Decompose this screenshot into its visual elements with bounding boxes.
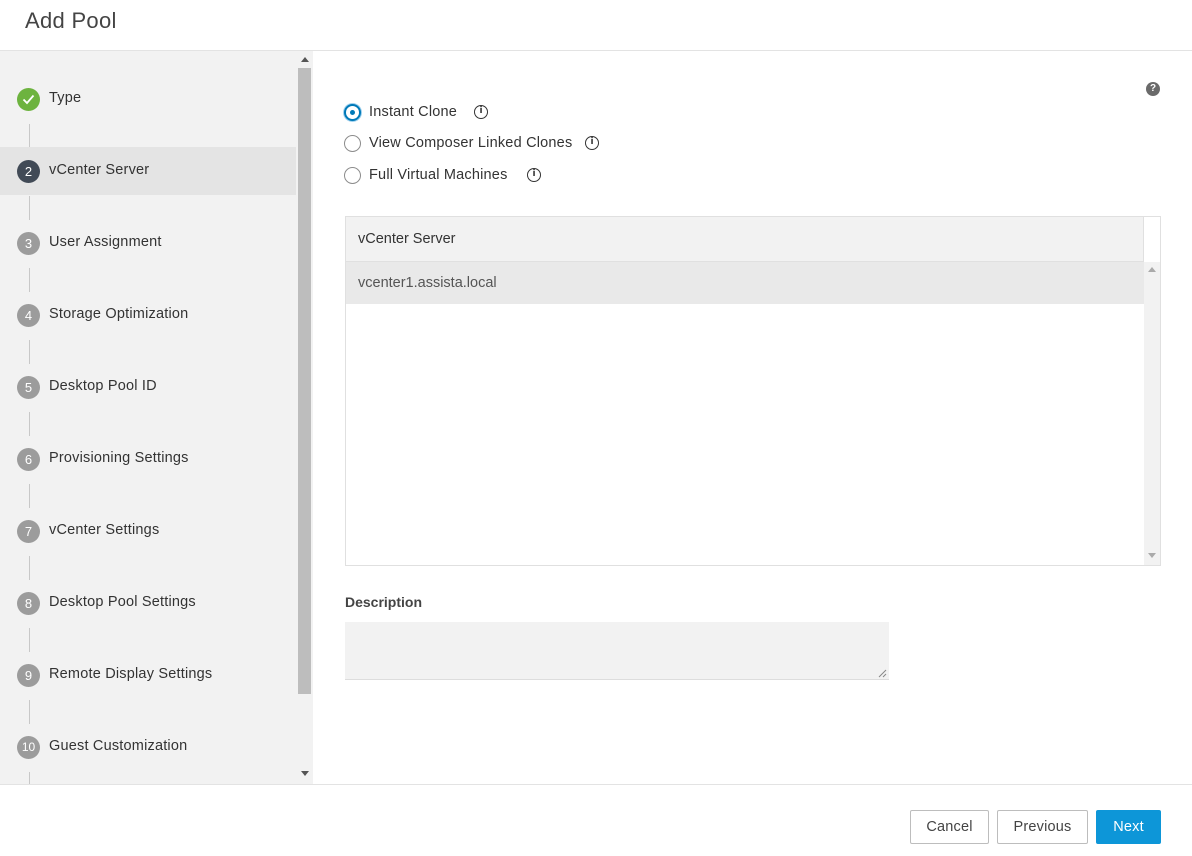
radio-label: Full Virtual Machines xyxy=(369,167,508,183)
step-connector xyxy=(29,556,30,580)
step-connector xyxy=(29,628,30,652)
step-number: 6 xyxy=(17,448,40,471)
step-connector xyxy=(29,196,30,220)
scroll-down-icon[interactable] xyxy=(1148,553,1156,558)
description-label: Description xyxy=(345,594,423,610)
step-number: 9 xyxy=(17,664,40,687)
step-desktop-pool-settings[interactable]: 8 Desktop Pool Settings xyxy=(0,579,296,627)
step-label: Desktop Pool Settings xyxy=(49,594,196,610)
step-connector xyxy=(29,268,30,292)
step-provisioning-settings[interactable]: 6 Provisioning Settings xyxy=(0,435,296,483)
step-label: Provisioning Settings xyxy=(49,450,189,466)
radio-instant-clone[interactable]: Instant Clone i xyxy=(344,102,504,124)
step-label: Type xyxy=(49,90,82,106)
sidebar-scrollbar[interactable] xyxy=(296,51,313,784)
radio-label: Instant Clone xyxy=(369,104,458,120)
step-connector xyxy=(29,340,30,364)
step-label: vCenter Settings xyxy=(49,522,160,538)
dialog-header: Add Pool xyxy=(0,0,1192,51)
step-remote-display-settings[interactable]: 9 Remote Display Settings xyxy=(0,651,296,699)
radio-button[interactable] xyxy=(344,135,361,152)
info-icon[interactable]: i xyxy=(527,168,541,182)
step-number: 3 xyxy=(17,232,40,255)
step-number: 5 xyxy=(17,376,40,399)
help-icon[interactable]: ? xyxy=(1146,82,1160,96)
step-label: Remote Display Settings xyxy=(49,666,213,682)
scroll-up-icon[interactable] xyxy=(1148,267,1156,272)
previous-button[interactable]: Previous xyxy=(997,810,1088,844)
step-number: 8 xyxy=(17,592,40,615)
step-user-assignment[interactable]: 3 User Assignment xyxy=(0,219,296,267)
step-number: 2 xyxy=(17,160,40,183)
step-label: Storage Optimization xyxy=(49,306,189,322)
radio-button[interactable] xyxy=(344,167,361,184)
column-header-label: vCenter Server xyxy=(358,231,456,247)
resize-grip-icon[interactable] xyxy=(878,669,887,678)
next-button[interactable]: Next xyxy=(1096,810,1161,844)
check-icon xyxy=(17,88,40,111)
step-guest-customization[interactable]: 10 Guest Customization xyxy=(0,723,296,771)
radio-view-composer-linked-clones[interactable]: View Composer Linked Clones i xyxy=(344,133,614,155)
grid-column-header[interactable]: vCenter Server xyxy=(346,217,1144,262)
wizard-steps-sidebar: Type 2 vCenter Server 3 User Assignment … xyxy=(0,51,313,784)
step-label: User Assignment xyxy=(49,234,162,250)
step-connector xyxy=(29,124,30,148)
vcenter-server-grid: vCenter Server vcenter1.assista.local xyxy=(345,216,1161,566)
step-number: 4 xyxy=(17,304,40,327)
info-icon[interactable]: i xyxy=(474,105,488,119)
scroll-up-icon[interactable] xyxy=(301,57,309,62)
step-vcenter-server[interactable]: 2 vCenter Server xyxy=(0,147,296,195)
description-field[interactable] xyxy=(345,622,889,680)
dialog-footer: Cancel Previous Next xyxy=(0,784,1192,856)
step-desktop-pool-id[interactable]: 5 Desktop Pool ID xyxy=(0,363,296,411)
step-type[interactable]: Type xyxy=(0,75,296,123)
step-label: vCenter Server xyxy=(49,162,150,178)
step-label: Guest Customization xyxy=(49,738,188,754)
radio-full-virtual-machines[interactable]: Full Virtual Machines i xyxy=(344,165,554,187)
step-storage-optimization[interactable]: 4 Storage Optimization xyxy=(0,291,296,339)
step-connector xyxy=(29,484,30,508)
scroll-down-icon[interactable] xyxy=(301,771,309,776)
radio-label: View Composer Linked Clones xyxy=(369,135,573,151)
info-icon[interactable]: i xyxy=(585,136,599,150)
step-vcenter-settings[interactable]: 7 vCenter Settings xyxy=(0,507,296,555)
page-title: Add Pool xyxy=(25,8,117,33)
step-number: 10 xyxy=(17,736,40,759)
step-label: Desktop Pool ID xyxy=(49,378,157,394)
row-cell: vcenter1.assista.local xyxy=(358,275,497,291)
cancel-button[interactable]: Cancel xyxy=(910,810,989,844)
step-connector xyxy=(29,772,30,784)
scrollbar-thumb[interactable] xyxy=(298,68,311,694)
step-connector xyxy=(29,412,30,436)
grid-scrollbar[interactable] xyxy=(1144,262,1160,565)
table-row[interactable]: vcenter1.assista.local xyxy=(346,262,1144,304)
radio-button[interactable] xyxy=(344,104,361,121)
step-connector xyxy=(29,700,30,724)
step-number: 7 xyxy=(17,520,40,543)
